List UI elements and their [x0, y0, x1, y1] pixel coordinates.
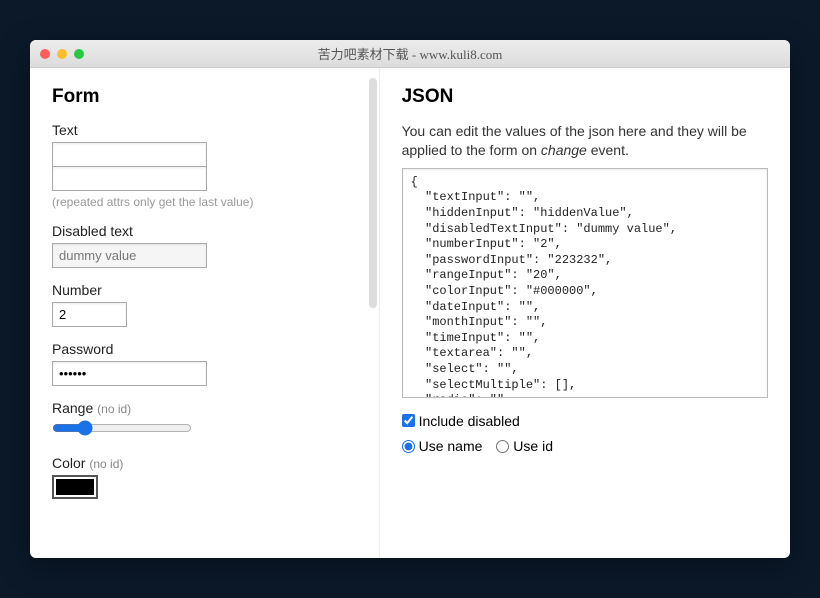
label-number: Number [52, 282, 357, 298]
window-title: 苦力吧素材下载 - www.kuli8.com [30, 44, 790, 63]
text-input-1[interactable] [52, 142, 207, 167]
field-number: Number [52, 282, 357, 327]
app-window: 苦力吧素材下载 - www.kuli8.com Form Text (repea… [30, 40, 790, 558]
json-textarea[interactable] [402, 168, 768, 398]
label-range: Range (no id) [52, 400, 357, 416]
scrollbar[interactable] [369, 78, 377, 308]
use-name-option[interactable]: Use name [402, 438, 483, 454]
range-sublabel: (no id) [97, 402, 131, 416]
form-panel: Form Text (repeated attrs only get the l… [30, 68, 380, 558]
form-heading: Form [52, 86, 357, 108]
json-panel: JSON You can edit the values of the json… [380, 68, 790, 558]
text-input-2[interactable] [52, 166, 207, 191]
field-text: Text (repeated attrs only get the last v… [52, 122, 357, 209]
titlebar: 苦力吧素材下载 - www.kuli8.com [30, 40, 790, 68]
field-range: Range (no id) [52, 400, 357, 441]
color-input[interactable] [52, 475, 98, 499]
field-password: Password [52, 341, 357, 386]
number-input[interactable] [52, 302, 127, 327]
text-hint: (repeated attrs only get the last value) [52, 195, 357, 209]
color-sublabel: (no id) [89, 457, 123, 471]
use-id-radio[interactable] [496, 440, 509, 453]
label-color: Color (no id) [52, 455, 357, 471]
field-color: Color (no id) [52, 455, 357, 499]
label-text: Text [52, 122, 357, 138]
label-password: Password [52, 341, 357, 357]
range-input[interactable] [52, 420, 192, 436]
label-disabled-text: Disabled text [52, 223, 357, 239]
json-options: Include disabled Use name Use id [402, 413, 768, 456]
json-heading: JSON [402, 86, 768, 108]
disabled-text-input [52, 243, 207, 268]
content: Form Text (repeated attrs only get the l… [30, 68, 790, 558]
include-disabled-checkbox[interactable] [402, 414, 415, 427]
password-input[interactable] [52, 361, 207, 386]
include-disabled-option[interactable]: Include disabled [402, 413, 520, 429]
use-name-radio[interactable] [402, 440, 415, 453]
field-disabled-text: Disabled text [52, 223, 357, 268]
json-description: You can edit the values of the json here… [402, 122, 768, 160]
use-id-option[interactable]: Use id [496, 438, 553, 454]
